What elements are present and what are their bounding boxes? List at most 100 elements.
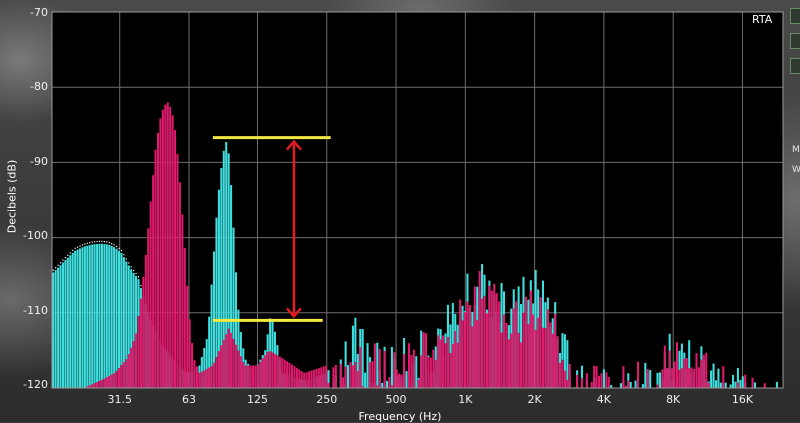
spectrum-bar xyxy=(668,350,671,388)
side-toggle-button[interactable] xyxy=(790,33,800,49)
spectrum-bar xyxy=(505,322,508,388)
spectrum-bar xyxy=(722,366,725,388)
spectrum-bar xyxy=(74,250,77,388)
peak-hold-dot xyxy=(55,267,57,269)
spectrum-bar xyxy=(515,301,518,388)
spectrum-bar xyxy=(288,362,291,388)
side-toggle-button[interactable] xyxy=(790,58,800,74)
spectrum-bar xyxy=(576,374,579,388)
side-panel-letter: M xyxy=(792,145,800,155)
spectrum-bar xyxy=(493,283,496,388)
spectrum-bar xyxy=(627,380,630,388)
spectrum-bar xyxy=(266,351,269,388)
spectrum-bar xyxy=(283,359,286,388)
spectrum-bar xyxy=(554,313,557,388)
spectrum-bar xyxy=(673,361,676,388)
peak-hold-dot xyxy=(133,269,135,272)
spectrum-bar xyxy=(310,370,313,388)
spectrum-bar xyxy=(429,357,432,388)
spectrum-bar xyxy=(685,357,688,388)
peak-hold-dot xyxy=(123,254,125,256)
spectrum-bar xyxy=(347,364,350,388)
spectrum-bar xyxy=(563,370,566,388)
spectrum-bar xyxy=(96,382,99,388)
spectrum-bar xyxy=(317,368,320,388)
spectrum-bar xyxy=(208,367,211,388)
peak-hold-dot xyxy=(74,247,76,249)
spectrum-bar xyxy=(98,380,101,388)
spectrum-bar xyxy=(693,368,696,388)
spectrum-bar xyxy=(264,355,267,388)
spectrum-bar xyxy=(96,243,99,388)
spectrum-bar xyxy=(325,365,328,388)
spectrum-bar xyxy=(147,228,150,388)
spectrum-bar xyxy=(741,376,744,388)
spectrum-bar xyxy=(386,380,389,388)
spectrum-bar xyxy=(359,347,362,388)
spectrum-bar xyxy=(105,377,108,388)
spectrum-bar xyxy=(159,118,162,389)
spectrum-bar xyxy=(334,364,337,388)
spectrum-bar xyxy=(763,383,766,388)
side-toggle-button[interactable] xyxy=(790,8,800,24)
peak-hold-dot xyxy=(76,246,79,248)
spectrum-bar xyxy=(381,382,384,388)
spectrum-bar xyxy=(390,347,393,388)
spectrum-bar xyxy=(646,368,649,388)
spectrum-bar xyxy=(775,381,778,388)
spectrum-bar xyxy=(598,375,601,388)
spectrum-bar xyxy=(205,368,208,388)
spectrum-bar xyxy=(259,361,262,388)
spectrum-bar xyxy=(580,378,583,388)
spectrum-bar xyxy=(293,366,296,388)
peak-hold-dot xyxy=(125,258,127,260)
spectrum-bar xyxy=(312,369,315,388)
spectrum-bar xyxy=(239,356,242,388)
spectrum-bar xyxy=(658,372,661,388)
spectrum-bar xyxy=(407,343,410,388)
spectrum-bar xyxy=(254,365,257,388)
spectrum-bar xyxy=(261,358,264,388)
spectrum-bar xyxy=(222,339,225,388)
spectrum-bar xyxy=(473,286,476,388)
spectrum-bar xyxy=(295,367,298,388)
spectrum-bar xyxy=(403,353,406,388)
spectrum-bar xyxy=(110,246,113,388)
side-panel-letter: W xyxy=(792,165,800,175)
spectrum-bar xyxy=(729,384,732,388)
spectrum-bar xyxy=(512,308,515,388)
spectrum-bar xyxy=(656,384,659,388)
spectrum-bar xyxy=(707,382,710,388)
spectrum-bar xyxy=(125,359,128,388)
spectrum-bar xyxy=(600,373,603,388)
spectrum-bar xyxy=(186,285,189,388)
spectrum-bar xyxy=(561,359,564,388)
peak-hold-dot xyxy=(135,272,137,275)
spectrum-bar xyxy=(234,344,237,388)
spectrum-bar xyxy=(537,317,540,388)
spectrum-bar xyxy=(393,352,396,388)
spectrum-bar xyxy=(249,365,252,388)
spectrum-bar xyxy=(695,353,698,388)
spectrum-bar xyxy=(69,255,72,388)
spectrum-bar xyxy=(135,333,138,388)
peak-hold-dot xyxy=(62,259,64,261)
spectrum-bar xyxy=(529,290,532,388)
spectrum-bar xyxy=(488,285,491,388)
spectrum-bar xyxy=(273,353,276,388)
spectrum-bar xyxy=(322,366,325,388)
spectrum-bar xyxy=(675,342,679,388)
peak-hold-dot xyxy=(120,249,123,252)
peak-hold-dot xyxy=(69,252,71,254)
peak-hold-dot xyxy=(106,241,108,243)
spectrum-bar xyxy=(734,381,737,388)
spectrum-bar xyxy=(383,350,386,388)
spectrum-bar xyxy=(108,244,111,388)
spectrum-bar xyxy=(595,366,598,388)
spectrum-bar xyxy=(437,335,440,388)
spectrum-bar xyxy=(315,368,318,388)
spectrum-bar xyxy=(585,373,588,388)
spectrum-bar xyxy=(183,248,186,388)
spectrum-bar xyxy=(59,265,62,388)
spectrum-bar xyxy=(724,382,727,388)
